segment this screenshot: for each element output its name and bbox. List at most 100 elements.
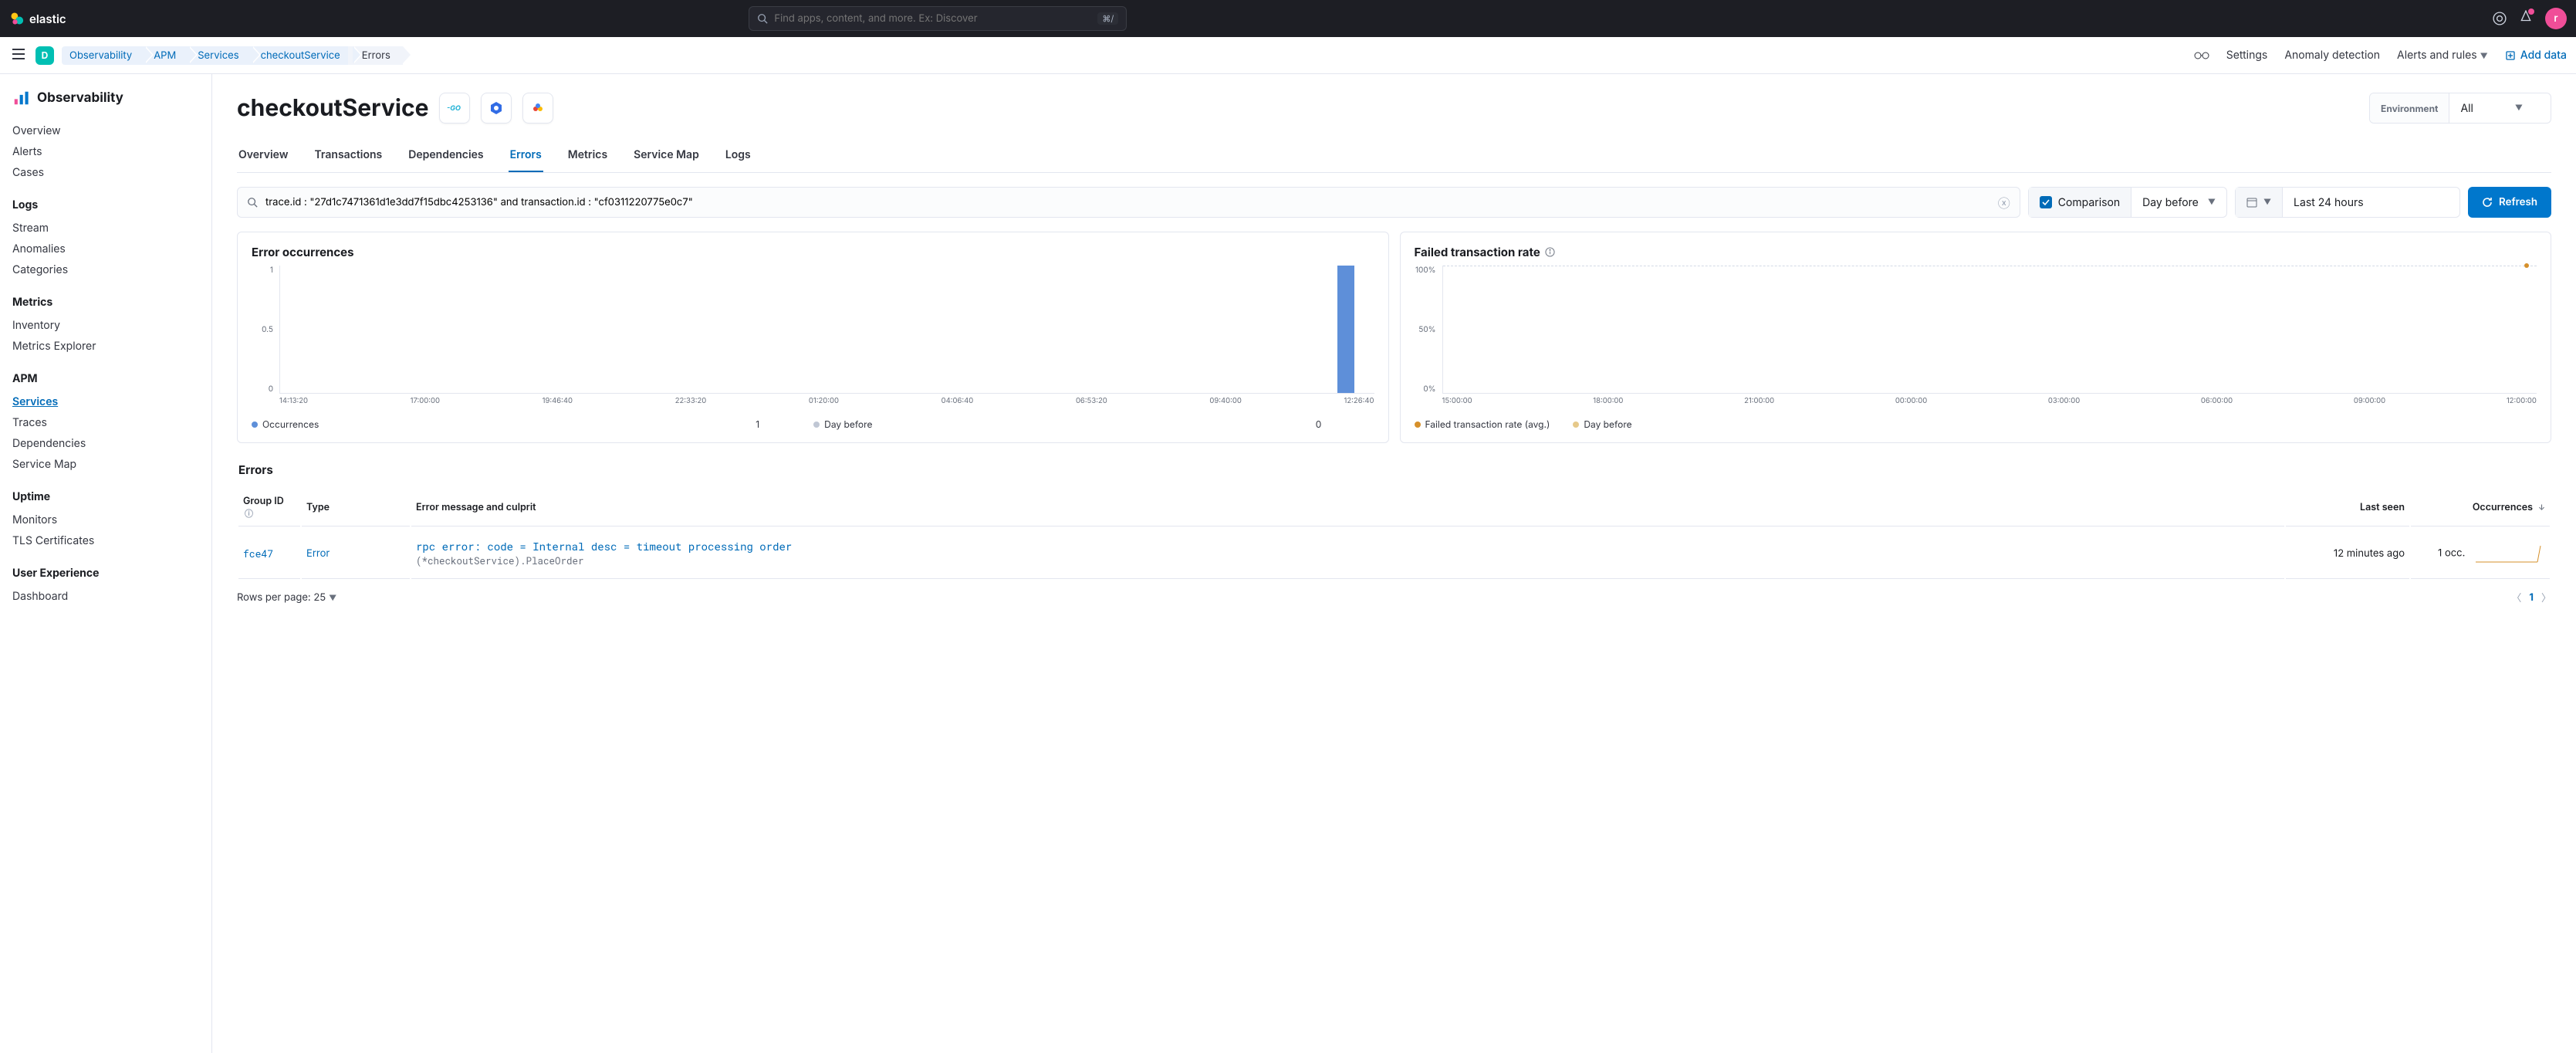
tab-metrics[interactable]: Metrics xyxy=(566,139,609,172)
error-row[interactable]: fce47 Error rpc error: code = Internal d… xyxy=(238,528,2550,579)
info-icon[interactable]: ⓘ xyxy=(245,508,253,519)
clear-query-icon[interactable]: ⓧ xyxy=(1998,193,2010,212)
search-icon xyxy=(247,197,258,208)
observability-icon xyxy=(12,90,29,107)
help-icon[interactable] xyxy=(2493,12,2507,25)
legend: Failed transaction rate (avg.) Day befor… xyxy=(1415,418,2537,430)
space-selector[interactable]: D xyxy=(35,46,54,65)
col-group-id[interactable]: Group ID ⓘ xyxy=(238,489,300,526)
nav-logs-anomalies[interactable]: Anomalies xyxy=(12,239,199,259)
breadcrumbs: Observability APM Services checkoutServi… xyxy=(62,46,398,65)
legend: Occurrences1 Day before0 xyxy=(252,418,1374,430)
col-occurrences[interactable]: Occurrences ↓ xyxy=(2411,489,2550,526)
panel-title: Error occurrences xyxy=(252,245,1374,259)
page-prev[interactable]: 〈 xyxy=(2511,590,2521,604)
error-message-cell: rpc error: code = Internal desc = timeou… xyxy=(411,528,2284,579)
gcp-icon xyxy=(522,93,553,124)
environment-select[interactable]: All▼ xyxy=(2449,93,2551,123)
panel-title: Failed transaction rate xyxy=(1415,245,2537,259)
checkbox-icon xyxy=(2040,196,2052,208)
col-message[interactable]: Error message and culprit xyxy=(411,489,2284,526)
error-occurrences-chart[interactable]: 1 0.5 0 14:13:2017:00:0019:46:4022:33:20… xyxy=(252,266,1374,412)
global-search[interactable]: ⌘/ xyxy=(749,6,1127,31)
error-type[interactable]: Error xyxy=(302,528,410,579)
error-last-seen: 12 minutes ago xyxy=(2286,528,2409,579)
tab-dependencies[interactable]: Dependencies xyxy=(407,139,485,172)
nav-toggle-icon[interactable] xyxy=(9,46,28,66)
user-avatar[interactable]: r xyxy=(2545,8,2567,29)
nav-apm-traces[interactable]: Traces xyxy=(12,412,199,433)
sort-desc-icon: ↓ xyxy=(2538,503,2545,513)
table-title: Errors xyxy=(238,462,2551,477)
global-search-input[interactable] xyxy=(774,12,1091,25)
y-axis: 1 0.5 0 xyxy=(252,266,273,394)
nav-overview[interactable]: Overview xyxy=(12,120,199,141)
svg-text:-GO: -GO xyxy=(447,104,461,113)
brand[interactable]: elastic xyxy=(9,11,66,26)
newsfeed-icon[interactable] xyxy=(2519,10,2533,27)
nav-metrics-explorer[interactable]: Metrics Explorer xyxy=(12,336,199,357)
y-axis: 100% 50% 0% xyxy=(1415,266,1436,394)
time-range-value[interactable]: Last 24 hours xyxy=(2282,188,2459,217)
tab-logs[interactable]: Logs xyxy=(724,139,752,172)
page-title: checkoutService xyxy=(237,94,428,122)
tab-overview[interactable]: Overview xyxy=(237,139,289,172)
tab-transactions[interactable]: Transactions xyxy=(313,139,384,172)
nav-logs-stream[interactable]: Stream xyxy=(12,218,199,239)
col-type[interactable]: Type xyxy=(302,489,410,526)
nav-cases[interactable]: Cases xyxy=(12,162,199,183)
search-icon xyxy=(757,13,768,24)
calendar-icon-button[interactable]: ▼ xyxy=(2236,188,2282,217)
nav-head-metrics: Metrics xyxy=(12,296,199,309)
failed-rate-chart[interactable]: 100% 50% 0% 15:00:0018:00:0021:00:0000:0… xyxy=(1415,266,2537,412)
comparison-control: Comparison Day before▼ xyxy=(2028,187,2227,218)
nav-logs-categories[interactable]: Categories xyxy=(12,259,199,280)
bar xyxy=(1337,266,1354,393)
inspect-icon[interactable] xyxy=(2194,50,2209,61)
page-current[interactable]: 1 xyxy=(2529,591,2534,604)
error-message[interactable]: rpc error: code = Internal desc = timeou… xyxy=(416,539,2280,554)
table-pagination: Rows per page: 25▼ 〈 1 〉 xyxy=(237,590,2551,604)
errors-table-panel: Errors Group ID ⓘ Type Error message and… xyxy=(237,457,2551,604)
alerts-rules-link[interactable]: Alerts and rules▼ xyxy=(2397,49,2488,62)
kuery-input[interactable] xyxy=(265,196,1990,208)
nav-metrics-inventory[interactable]: Inventory xyxy=(12,315,199,336)
time-range-picker[interactable]: ▼ Last 24 hours xyxy=(2235,187,2460,218)
global-header: elastic ⌘/ r xyxy=(0,0,2576,37)
errors-table: Group ID ⓘ Type Error message and culpri… xyxy=(237,488,2551,581)
data-point xyxy=(2524,263,2529,268)
add-data-link[interactable]: Add data xyxy=(2505,49,2567,62)
nav-uptime-monitors[interactable]: Monitors xyxy=(12,510,199,530)
nav-ux-dashboard[interactable]: Dashboard xyxy=(12,586,199,607)
tab-errors[interactable]: Errors xyxy=(509,139,543,172)
app-subheader: D Observability APM Services checkoutSer… xyxy=(0,37,2576,74)
tab-servicemap[interactable]: Service Map xyxy=(632,139,701,172)
anomaly-detection-link[interactable]: Anomaly detection xyxy=(2284,49,2380,62)
comparison-toggle[interactable]: Comparison xyxy=(2029,188,2131,217)
refresh-icon xyxy=(2482,197,2493,208)
refresh-button[interactable]: Refresh xyxy=(2468,187,2551,218)
panel-error-occurrences: Error occurrences 1 0.5 0 14:13:2017:00:… xyxy=(237,232,1389,443)
elastic-logo-icon xyxy=(9,11,25,26)
breadcrumb-item[interactable]: checkoutService xyxy=(247,46,353,65)
nav-apm-dependencies[interactable]: Dependencies xyxy=(12,433,199,454)
comparison-select[interactable]: Day before▼ xyxy=(2131,188,2226,217)
page-next[interactable]: 〉 xyxy=(2541,590,2551,604)
info-icon[interactable] xyxy=(1545,247,1555,257)
environment-label: Environment xyxy=(2370,93,2449,123)
plot-area xyxy=(279,266,1374,394)
nav-apm-servicemap[interactable]: Service Map xyxy=(12,454,199,475)
kuery-bar[interactable]: ⓧ xyxy=(237,187,2020,218)
col-last-seen[interactable]: Last seen xyxy=(2286,489,2409,526)
environment-filter[interactable]: Environment All▼ xyxy=(2369,93,2551,124)
rows-per-page-select[interactable]: Rows per page: 25▼ xyxy=(237,591,336,604)
nav-uptime-tls[interactable]: TLS Certificates xyxy=(12,530,199,551)
breadcrumb-item[interactable]: Observability xyxy=(62,46,144,65)
error-group-id[interactable]: fce47 xyxy=(238,528,300,579)
settings-link[interactable]: Settings xyxy=(2226,49,2268,62)
nav-head-apm: APM xyxy=(12,372,199,385)
nav-alerts[interactable]: Alerts xyxy=(12,141,199,162)
nav-head-logs: Logs xyxy=(12,198,199,212)
nav-head-uptime: Uptime xyxy=(12,490,199,503)
nav-apm-services[interactable]: Services xyxy=(12,391,199,412)
